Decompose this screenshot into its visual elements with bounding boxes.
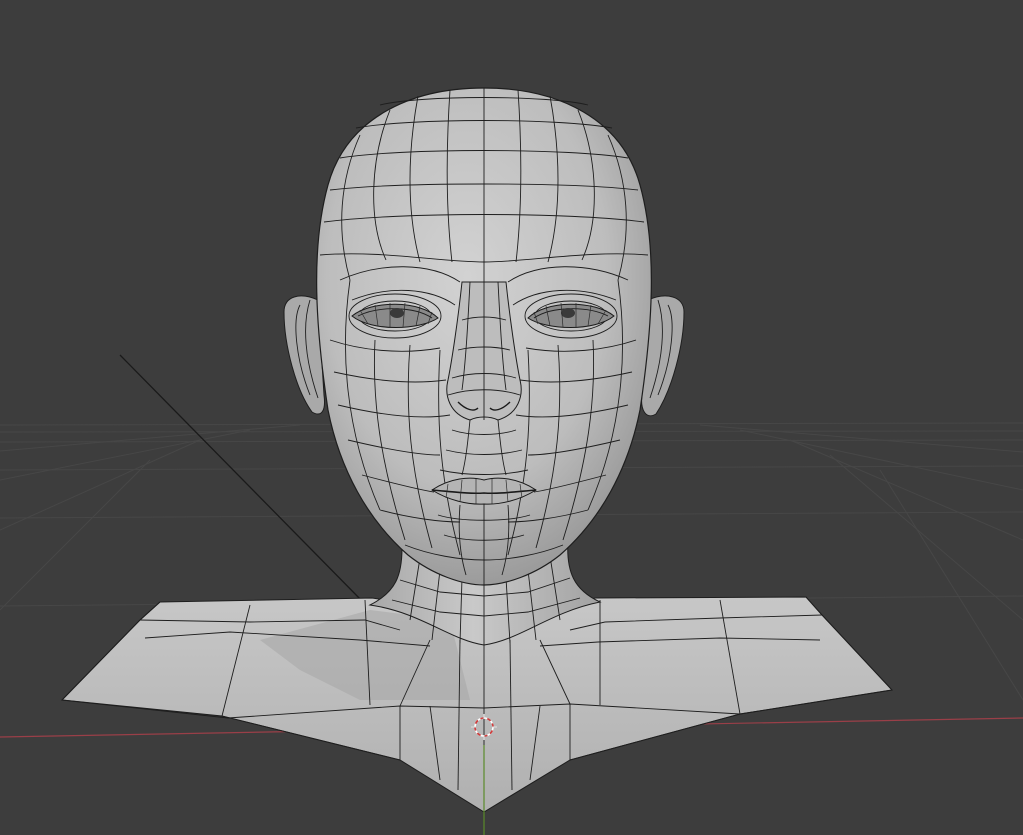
head-mesh[interactable] (316, 87, 652, 586)
3d-viewport[interactable] (0, 0, 1023, 835)
left-eye-mesh[interactable] (348, 293, 442, 339)
right-eye-mesh[interactable] (524, 293, 618, 339)
viewport-canvas[interactable] (0, 0, 1023, 835)
